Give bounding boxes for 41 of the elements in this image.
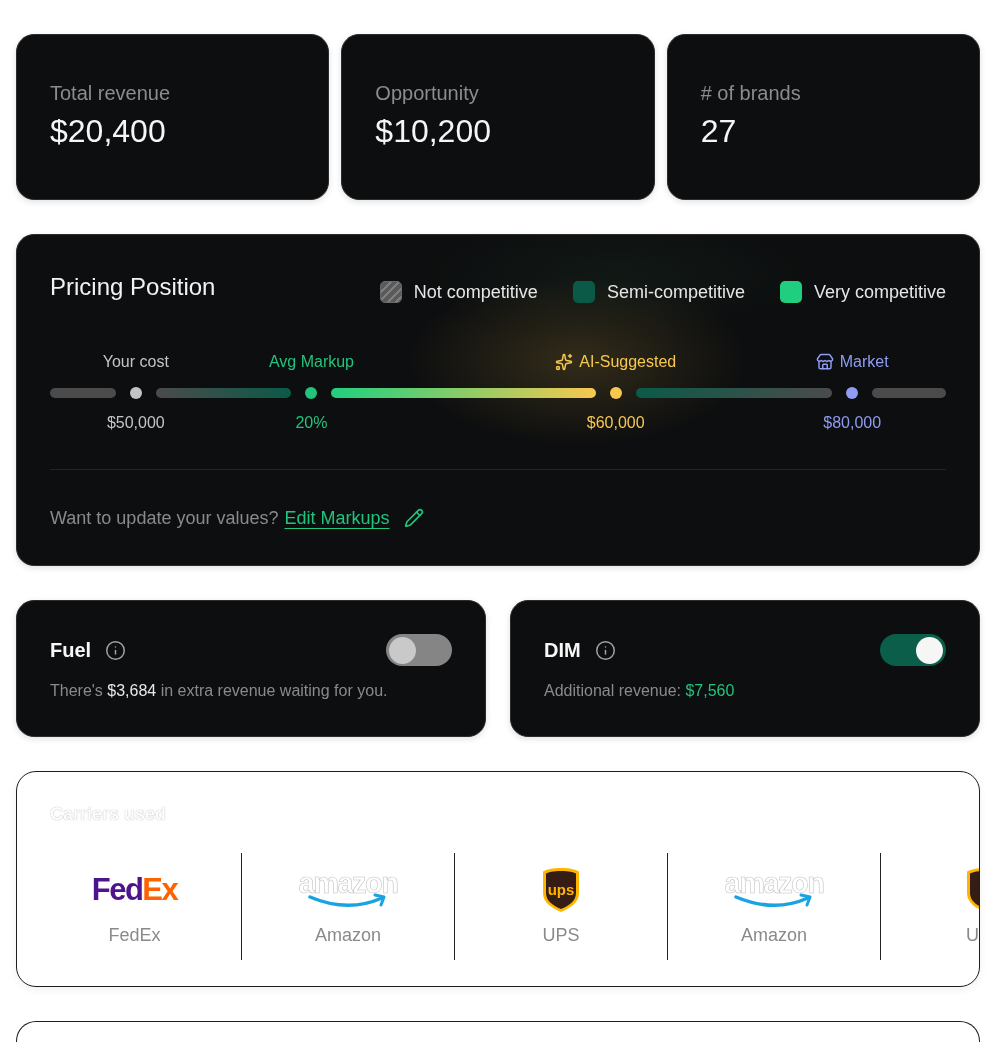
stat-value: $10,200: [375, 112, 491, 150]
stat-label: Total revenue: [50, 81, 171, 105]
carrier-logo: amazon: [290, 868, 406, 911]
legend-label: Very competitive: [813, 281, 946, 303]
info-icon[interactable]: [105, 639, 127, 661]
carrier-logo: ups: [542, 866, 580, 913]
range-bar: [50, 387, 116, 398]
toggle-title: DIM: [544, 638, 581, 662]
legend-label: Semi-competitive: [606, 281, 745, 303]
carrier-name: UPS: [542, 923, 580, 946]
toggle-title: Fuel: [50, 638, 92, 662]
stat-label: # of brands: [700, 81, 801, 105]
pencil-icon[interactable]: [403, 508, 424, 528]
marker-label: AI-Suggested: [579, 352, 677, 372]
prompt-text: Want to update your values?: [50, 507, 279, 530]
card-title: Pricing Position: [50, 273, 216, 301]
marker-value: $60,000: [586, 413, 645, 433]
marker-label: Market: [839, 352, 889, 372]
info-icon[interactable]: [594, 639, 616, 661]
carrier-name: Amazon: [740, 923, 807, 946]
toggle-switch[interactable]: [386, 634, 452, 666]
toggle-switch[interactable]: [880, 634, 946, 666]
edit-markups-link[interactable]: Edit Markups: [284, 507, 390, 529]
stat-label: Opportunity: [375, 81, 479, 105]
sparkle-icon: [555, 353, 574, 371]
stat-value: 27: [700, 112, 737, 150]
revenue-text: There's $3,684 in extra revenue waiting for you.: [50, 681, 388, 701]
carrier-name: FedEx: [108, 923, 161, 946]
carrier-name: Amazon: [314, 923, 381, 946]
stat-value: $20,400: [50, 112, 166, 150]
carrier-logo: amazon: [716, 868, 832, 911]
marker-value: 20%: [295, 413, 328, 433]
marker-value: $50,000: [106, 413, 165, 433]
revenue-text: Additional revenue: $7,560: [544, 681, 735, 701]
legend-label: Not competitive: [413, 281, 538, 303]
marker-value: $80,000: [823, 413, 882, 433]
carrier-logo: FedEx: [91, 872, 178, 907]
carrier-name: U: [966, 923, 979, 946]
marker-label: Your cost: [102, 352, 169, 372]
marker-label: Avg Markup: [268, 352, 354, 372]
store-icon: [815, 353, 834, 371]
